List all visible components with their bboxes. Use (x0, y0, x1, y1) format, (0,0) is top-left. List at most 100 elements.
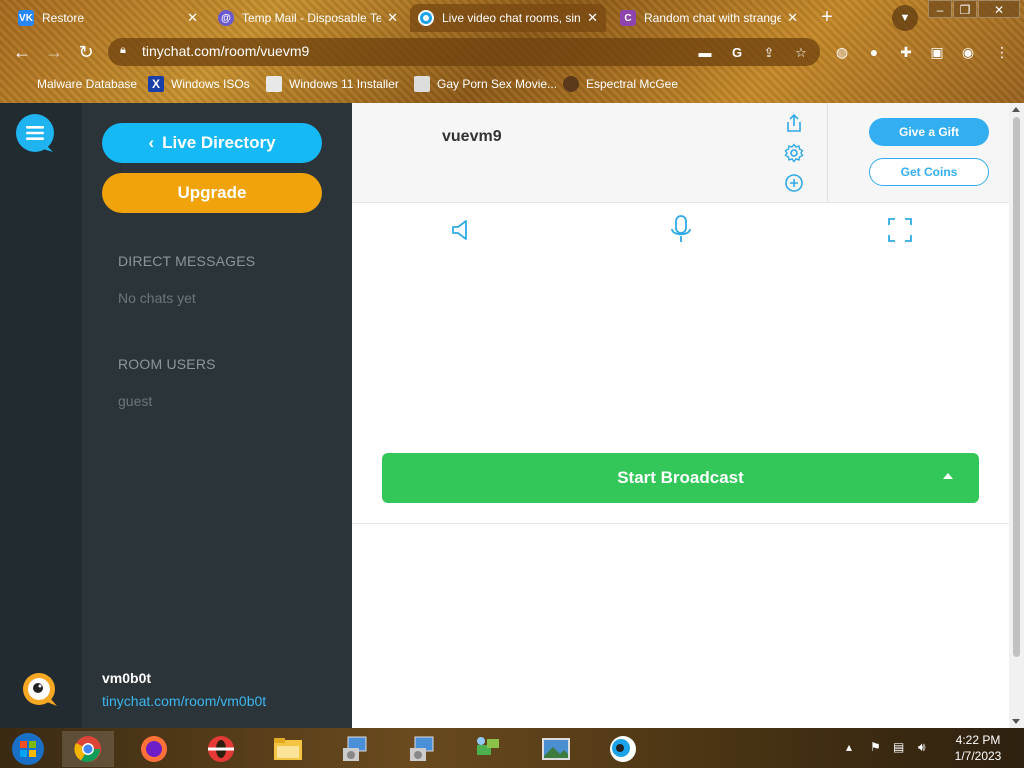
give-gift-label: Give a Gift (898, 125, 960, 139)
clock-time: 4:22 PM (955, 733, 1001, 747)
add-circle-icon[interactable] (784, 173, 804, 193)
room-main: vuevm9 Give a Gift Get Coins Start Broad… (352, 103, 1009, 728)
room-title: vuevm9 (442, 128, 502, 145)
tab-search-button[interactable]: ▼ (892, 5, 918, 31)
minimize-button[interactable]: – (928, 0, 952, 18)
current-user-room-link[interactable]: tinychat.com/room/vm0b0t (102, 693, 266, 709)
scroll-thumb[interactable] (1013, 117, 1020, 657)
settings-gear-icon[interactable] (784, 143, 804, 163)
network-app-taskbar-icon[interactable] (462, 731, 514, 767)
extensions-puzzle-icon[interactable]: ✚ (896, 42, 916, 62)
network-icon[interactable]: ▤ (893, 740, 904, 754)
bookmark-label: Gay Porn Sex Movie... (437, 77, 558, 91)
room-user-item[interactable]: guest (118, 393, 152, 409)
bookmark-malware-database[interactable]: Malware Database (14, 76, 137, 92)
close-tab-icon[interactable]: ✕ (187, 10, 198, 26)
get-coins-button[interactable]: Get Coins (869, 158, 989, 186)
tab-title: Temp Mail - Disposable Te (242, 11, 382, 25)
site-icon (414, 76, 430, 92)
opera-taskbar-icon[interactable] (195, 731, 247, 767)
scroll-down-icon[interactable] (1012, 719, 1020, 724)
chatroulette-icon: C (620, 10, 636, 26)
google-icon[interactable]: G (728, 44, 746, 62)
bookmark-windows-isos[interactable]: X Windows ISOs (148, 76, 250, 92)
back-button[interactable]: ← (10, 40, 34, 64)
bookmark-star-icon[interactable]: ☆ (792, 44, 810, 62)
start-button[interactable] (2, 731, 54, 767)
menu-dots-icon[interactable]: ⋮ (992, 42, 1012, 62)
photo-viewer-taskbar-icon[interactable] (530, 731, 582, 767)
user-avatar-icon[interactable] (22, 672, 58, 708)
room-header: vuevm9 Give a Gift Get Coins (352, 103, 1009, 203)
tab-title: Random chat with strange (644, 11, 782, 25)
tab-tinychat[interactable]: Live video chat rooms, sin ✕ (410, 4, 606, 32)
scroll-up-icon[interactable] (1012, 107, 1020, 112)
bookmark-label: Espectral McGee (586, 77, 679, 91)
start-broadcast-button[interactable]: Start Broadcast (382, 453, 979, 503)
share-icon[interactable]: ⇪ (760, 44, 778, 62)
restore-button[interactable]: ❐ (953, 0, 977, 18)
url-text: tinychat.com/room/vuevm9 (142, 43, 310, 59)
profile-extension-icon[interactable]: ● (864, 42, 884, 62)
installer-2-taskbar-icon[interactable] (396, 731, 448, 767)
extension-flag-icon[interactable]: ◍ (832, 42, 852, 62)
fullscreen-icon[interactable] (887, 217, 913, 243)
lock-icon[interactable]: 🔒︎ (120, 44, 132, 58)
file-explorer-taskbar-icon[interactable] (262, 731, 314, 767)
bookmark-espectral-mcgee[interactable]: Espectral McGee (563, 76, 678, 92)
bookmark-label: Malware Database (37, 77, 138, 91)
bookmark-windows-11-installer[interactable]: Windows 11 Installer (266, 76, 399, 92)
room-users-heading: ROOM USERS (118, 356, 216, 372)
give-gift-button[interactable]: Give a Gift (869, 118, 989, 146)
address-bar[interactable]: 🔒︎ tinychat.com/room/vuevm9 ▬ G ⇪ ☆ (108, 38, 820, 66)
image-icon (266, 76, 282, 92)
volume-icon[interactable]: 🔊︎ (918, 740, 926, 755)
share-icon[interactable] (784, 113, 804, 133)
forward-button[interactable]: → (42, 40, 66, 64)
show-hidden-icons-icon[interactable]: ▴ (846, 740, 852, 754)
live-directory-label: Live Directory (162, 133, 276, 152)
tab-title: Live video chat rooms, sin (442, 11, 581, 25)
tab-temp-mail[interactable]: @ Temp Mail - Disposable Te ✕ (210, 4, 406, 32)
close-window-button[interactable]: ✕ (978, 0, 1020, 18)
direct-messages-heading: DIRECT MESSAGES (118, 253, 256, 269)
bookmark-icon (14, 76, 30, 92)
tab-restore[interactable]: VK Restore ✕ (10, 4, 206, 32)
bookmark-label: Windows 11 Installer (289, 77, 399, 91)
side-panel-icon[interactable]: ▣ (927, 42, 947, 62)
speaker-icon[interactable] (449, 217, 475, 243)
close-tab-icon[interactable]: ✕ (387, 10, 398, 26)
action-center-flag-icon[interactable]: ⚑ (870, 740, 881, 754)
chrome-taskbar-icon[interactable] (62, 731, 114, 767)
live-directory-button[interactable]: ‹ Live Directory (102, 123, 322, 163)
chevron-left-icon: ‹ (148, 133, 155, 152)
installer-taskbar-icon[interactable] (329, 731, 381, 767)
header-divider (827, 103, 828, 203)
bookmarks-bar: Malware Database X Windows ISOs Windows … (0, 72, 1024, 98)
start-broadcast-label: Start Broadcast (617, 468, 744, 487)
profile-avatar-icon[interactable]: ◉ (958, 42, 978, 62)
microphone-icon[interactable] (668, 214, 694, 244)
firefox-taskbar-icon[interactable] (128, 731, 180, 767)
camera-app-taskbar-icon[interactable] (597, 731, 649, 767)
new-tab-button[interactable]: + (815, 6, 839, 30)
tab-random-chat[interactable]: C Random chat with strange ✕ (612, 4, 806, 32)
vk-icon: VK (18, 10, 34, 26)
content-divider (352, 523, 1009, 524)
browser-toolbar: ← → ↻ 🔒︎ tinychat.com/room/vuevm9 ▬ G ⇪ … (0, 34, 1024, 70)
system-clock[interactable]: 4:22 PM 1/7/2023 (948, 732, 1008, 764)
page-scrollbar[interactable] (1009, 103, 1024, 728)
bookmark-site[interactable]: Gay Porn Sex Movie... (414, 76, 557, 92)
menu-hamburger-icon[interactable] (15, 114, 55, 154)
camera-icon[interactable]: ▬ (696, 44, 714, 62)
upgrade-button[interactable]: Upgrade (102, 173, 322, 213)
direct-messages-empty: No chats yet (118, 290, 196, 306)
clock-date: 1/7/2023 (954, 749, 1002, 763)
close-tab-icon[interactable]: ✕ (587, 10, 598, 26)
reload-button[interactable]: ↻ (74, 40, 98, 64)
tinychat-icon (418, 10, 434, 26)
close-tab-icon[interactable]: ✕ (787, 10, 798, 26)
x-logo-icon: X (148, 76, 164, 92)
caret-up-icon[interactable] (943, 473, 953, 479)
at-sign-icon: @ (218, 10, 234, 26)
